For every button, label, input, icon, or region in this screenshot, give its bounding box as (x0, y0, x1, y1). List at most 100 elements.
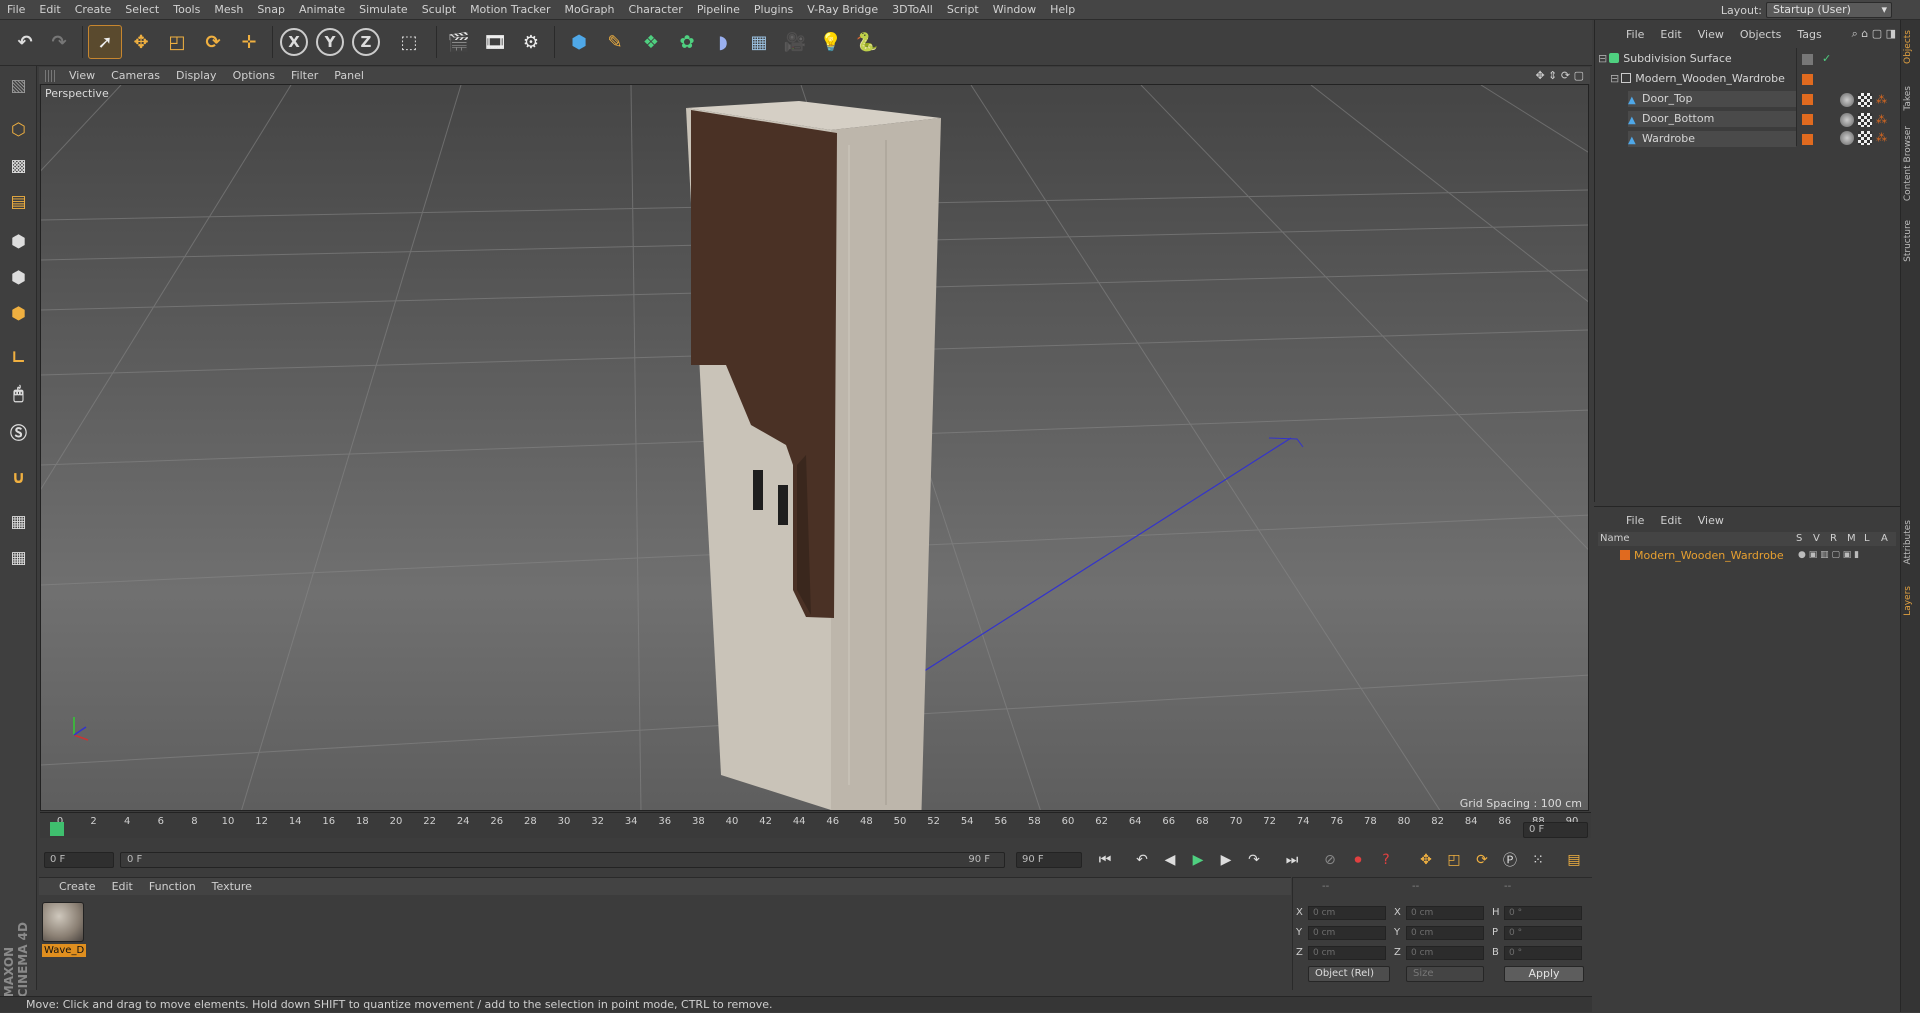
current-frame-display[interactable]: 0 F (1523, 822, 1588, 838)
viewport-menu-panel[interactable]: Panel (326, 69, 372, 82)
size-x-field[interactable]: 0 cm (1406, 906, 1484, 920)
size-y-field[interactable]: 0 cm (1406, 926, 1484, 940)
material-menu-function[interactable]: Function (141, 880, 204, 893)
key-position-icon[interactable]: ✥ (1414, 848, 1438, 872)
object-menu-view[interactable]: View (1690, 28, 1732, 41)
uvw-tag-icon[interactable] (1858, 131, 1872, 145)
menu-3dtoall[interactable]: 3DToAll (885, 0, 940, 20)
menu-window[interactable]: Window (986, 0, 1043, 20)
viewport-menu-options[interactable]: Options (225, 69, 283, 82)
pos-x-field[interactable]: 0 cm (1308, 906, 1386, 920)
layout-dropdown[interactable]: Startup (User) (1766, 2, 1892, 18)
menu-file[interactable]: File (0, 0, 32, 20)
x-axis-icon[interactable]: X (280, 28, 308, 56)
side-tab-takes[interactable]: Takes (1903, 86, 1919, 111)
move-tool-icon[interactable]: ✥ (124, 25, 158, 59)
layer-color-icon[interactable] (1620, 550, 1630, 560)
scale-tool-icon[interactable]: ◰ (160, 25, 194, 59)
keyframe-selection-icon[interactable]: ? (1374, 848, 1398, 872)
rot-b-field[interactable]: 0 ° (1504, 946, 1582, 960)
side-tab-content-browser[interactable]: Content Browser (1903, 126, 1919, 201)
layer-col-s[interactable]: S (1796, 532, 1802, 546)
pen-spline-icon[interactable]: ✎ (598, 25, 632, 59)
tree-item-modern-wooden-wardrobe[interactable]: ⊟ Modern_Wooden_Wardrobe (1610, 71, 1810, 87)
size-z-field[interactable]: 0 cm (1406, 946, 1484, 960)
menu-animate[interactable]: Animate (292, 0, 352, 20)
next-key-icon[interactable]: ↷ (1242, 848, 1266, 872)
add-tool-icon[interactable]: ✛ (232, 25, 266, 59)
end-frame-field[interactable]: 90 F (1016, 852, 1082, 868)
next-frame-icon[interactable]: ▶ (1214, 848, 1238, 872)
side-tab-layers[interactable]: Layers (1903, 586, 1919, 616)
tree-item-wardrobe[interactable]: ▲ Wardrobe (1628, 131, 1796, 147)
menu-sculpt[interactable]: Sculpt (415, 0, 463, 20)
enabled-check-icon[interactable]: ✓ (1822, 52, 1831, 65)
z-axis-icon[interactable]: Z (352, 28, 380, 56)
uvw-tag-icon[interactable] (1858, 93, 1872, 107)
menu-mesh[interactable]: Mesh (207, 0, 250, 20)
rotate-tool-icon[interactable]: ⟳ (196, 25, 230, 59)
layer-menu-edit[interactable]: Edit (1652, 514, 1689, 527)
undo-icon[interactable]: ↶ (8, 25, 42, 59)
previous-frame-icon[interactable]: ◀ (1158, 848, 1182, 872)
points-mode-icon[interactable]: ⬢ (3, 226, 34, 257)
select-tool-icon[interactable]: ➚ (88, 25, 122, 59)
menu-plugins[interactable]: Plugins (747, 0, 800, 20)
render-picture-viewer-icon[interactable]: 🎞 (478, 25, 512, 59)
uvw-tag-icon[interactable] (1858, 113, 1872, 127)
previous-key-icon[interactable]: ↶ (1130, 848, 1154, 872)
material-tag-icon[interactable] (1840, 93, 1854, 107)
layer-menu-view[interactable]: View (1690, 514, 1732, 527)
apply-button[interactable]: Apply (1504, 966, 1584, 982)
menu-mograph[interactable]: MoGraph (558, 0, 622, 20)
tree-item-door-top[interactable]: ▲ Door_Top (1628, 91, 1796, 107)
key-rotation-icon[interactable]: ⟳ (1470, 848, 1494, 872)
wardrobe-model[interactable] (686, 101, 941, 811)
pos-y-field[interactable]: 0 cm (1308, 926, 1386, 940)
timeline-window-icon[interactable]: ▤ (1562, 848, 1586, 872)
edges-mode-icon[interactable]: ⬢ (3, 262, 34, 293)
size-mode-dropdown[interactable]: Size (1406, 966, 1484, 982)
floor-icon[interactable]: ▦ (742, 25, 776, 59)
side-tab-objects[interactable]: Objects (1903, 30, 1919, 64)
python-icon[interactable]: 🐍 (850, 25, 884, 59)
material-label[interactable]: Wave_D (42, 944, 86, 957)
render-view-icon[interactable]: 🎬 (442, 25, 476, 59)
layer-color-swatch[interactable] (1802, 54, 1813, 65)
layer-swatch-door-bottom[interactable] (1802, 114, 1813, 125)
menu-pipeline[interactable]: Pipeline (690, 0, 747, 20)
key-parameter-icon[interactable]: Ⓟ (1498, 848, 1522, 872)
workplane-icon[interactable]: ▤ (3, 186, 34, 217)
snap-icon[interactable]: Ⓢ (3, 416, 34, 447)
rot-p-field[interactable]: 0 ° (1504, 926, 1582, 940)
viewport-nav-icons[interactable]: ✥ ⇕ ⟳ ▢ (1535, 69, 1590, 82)
axis-mode-icon[interactable]: ∟ (3, 342, 34, 373)
material-preview[interactable] (42, 902, 84, 942)
timeline-ruler[interactable]: 0246810121416182022242628303234363840424… (40, 812, 1591, 836)
layer-col-v[interactable]: V (1813, 532, 1820, 546)
polygons-mode-icon[interactable]: ⬢ (3, 298, 34, 329)
side-tab-structure[interactable]: Structure (1903, 220, 1919, 262)
deformer-icon[interactable]: ◗ (706, 25, 740, 59)
viewport-menu-view[interactable]: View (61, 69, 103, 82)
vertex-tag-icon[interactable]: ⁂ (1876, 113, 1887, 126)
layer-menu-file[interactable]: File (1618, 514, 1652, 527)
layer-col-a[interactable]: A (1881, 532, 1888, 546)
side-tab-attributes[interactable]: Attributes (1903, 520, 1919, 564)
play-icon[interactable]: ▶ (1186, 848, 1210, 872)
tree-item-door-bottom[interactable]: ▲ Door_Bottom (1628, 111, 1796, 127)
vertex-tag-icon[interactable]: ⁂ (1876, 93, 1887, 106)
layer-swatch-door-top[interactable] (1802, 94, 1813, 105)
menu-simulate[interactable]: Simulate (352, 0, 415, 20)
menu-tools[interactable]: Tools (166, 0, 207, 20)
redo-icon[interactable]: ↷ (42, 25, 76, 59)
tweak-mode-icon[interactable]: 🖱 (3, 378, 34, 409)
viewport-menu-display[interactable]: Display (168, 69, 225, 82)
coordinate-system-icon[interactable]: ⬚ (392, 25, 426, 59)
object-menu-tags[interactable]: Tags (1789, 28, 1829, 41)
layer-swatch-wardrobe-group[interactable] (1802, 74, 1813, 85)
texture-mode-icon[interactable]: ▩ (3, 150, 34, 181)
workplane-lock-icon[interactable]: ▦ (3, 506, 34, 537)
layer-col-m[interactable]: M (1847, 532, 1856, 546)
key-pla-icon[interactable]: ⁙ (1526, 848, 1550, 872)
